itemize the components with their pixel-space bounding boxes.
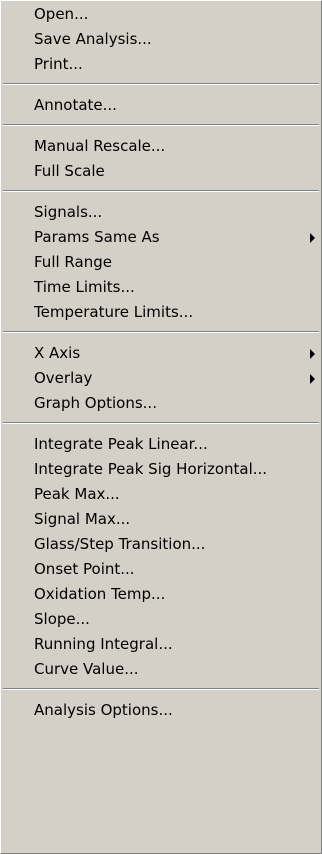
menu-item-overlay[interactable]: Overlay <box>1 366 321 391</box>
menu-item-integrate-peak-linear[interactable]: Integrate Peak Linear... <box>1 432 321 457</box>
menu-item-label: Integrate Peak Sig Horizontal... <box>34 460 268 478</box>
menu-item-graph-options[interactable]: Graph Options... <box>1 391 321 416</box>
menu-separator <box>1 682 321 698</box>
menu-item-integrate-peak-sig-horizontal[interactable]: Integrate Peak Sig Horizontal... <box>1 457 321 482</box>
menu-item-peak-max[interactable]: Peak Max... <box>1 482 321 507</box>
menu-item-oxidation-temp[interactable]: Oxidation Temp... <box>1 582 321 607</box>
menu-item-params-same-as[interactable]: Params Same As <box>1 225 321 250</box>
submenu-arrow-icon <box>310 374 315 384</box>
menu-item-label: Temperature Limits... <box>34 303 194 321</box>
menu-item-label: Glass/Step Transition... <box>34 535 206 553</box>
menu-item-label: Graph Options... <box>34 394 157 412</box>
menu-item-x-axis[interactable]: X Axis <box>1 341 321 366</box>
menu-item-label: Overlay <box>34 369 93 387</box>
menu-item-temperature-limits[interactable]: Temperature Limits... <box>1 300 321 325</box>
menu-separator <box>1 416 321 432</box>
menu-item-label: Signal Max... <box>34 510 131 528</box>
menu-item-label: X Axis <box>34 344 81 362</box>
menu-item-label: Signals... <box>34 203 103 221</box>
menu-item-full-scale[interactable]: Full Scale <box>1 159 321 184</box>
menu-item-manual-rescale[interactable]: Manual Rescale... <box>1 134 321 159</box>
menu-item-label: Time Limits... <box>34 278 135 296</box>
menu-item-curve-value[interactable]: Curve Value... <box>1 657 321 682</box>
menu-item-label: Annotate... <box>34 96 117 114</box>
menu-item-signals[interactable]: Signals... <box>1 200 321 225</box>
menu-item-label: Peak Max... <box>34 485 120 503</box>
menu-item-label: Full Range <box>34 253 112 271</box>
menu-separator <box>1 325 321 341</box>
menu-item-analysis-options[interactable]: Analysis Options... <box>1 698 321 723</box>
menu-item-save-analysis[interactable]: Save Analysis... <box>1 27 321 52</box>
menu-separator <box>1 118 321 134</box>
menu-item-signal-max[interactable]: Signal Max... <box>1 507 321 532</box>
menu-item-label: Integrate Peak Linear... <box>34 435 208 453</box>
menu-item-open[interactable]: Open... <box>1 2 321 27</box>
menu-item-slope[interactable]: Slope... <box>1 607 321 632</box>
menu-item-label: Params Same As <box>34 228 160 246</box>
submenu-arrow-icon <box>310 349 315 359</box>
menu-item-label: Curve Value... <box>34 660 139 678</box>
menu-item-label: Oxidation Temp... <box>34 585 166 603</box>
menu-item-label: Manual Rescale... <box>34 137 166 155</box>
menu-item-label: Open... <box>34 5 89 23</box>
menu-item-onset-point[interactable]: Onset Point... <box>1 557 321 582</box>
menu-item-label: Full Scale <box>34 162 105 180</box>
menu-item-label: Print... <box>34 55 83 73</box>
menu-item-running-integral[interactable]: Running Integral... <box>1 632 321 657</box>
menu-item-print[interactable]: Print... <box>1 52 321 77</box>
menu-item-full-range[interactable]: Full Range <box>1 250 321 275</box>
context-menu: Open... Save Analysis... Print... Annota… <box>0 0 322 854</box>
menu-item-time-limits[interactable]: Time Limits... <box>1 275 321 300</box>
menu-item-label: Slope... <box>34 610 90 628</box>
menu-item-annotate[interactable]: Annotate... <box>1 93 321 118</box>
submenu-arrow-icon <box>310 233 315 243</box>
menu-separator <box>1 184 321 200</box>
menu-item-glass-step-transition[interactable]: Glass/Step Transition... <box>1 532 321 557</box>
menu-item-label: Analysis Options... <box>34 701 173 719</box>
menu-item-label: Onset Point... <box>34 560 135 578</box>
menu-item-label: Save Analysis... <box>34 30 152 48</box>
menu-separator <box>1 77 321 93</box>
menu-item-label: Running Integral... <box>34 635 173 653</box>
